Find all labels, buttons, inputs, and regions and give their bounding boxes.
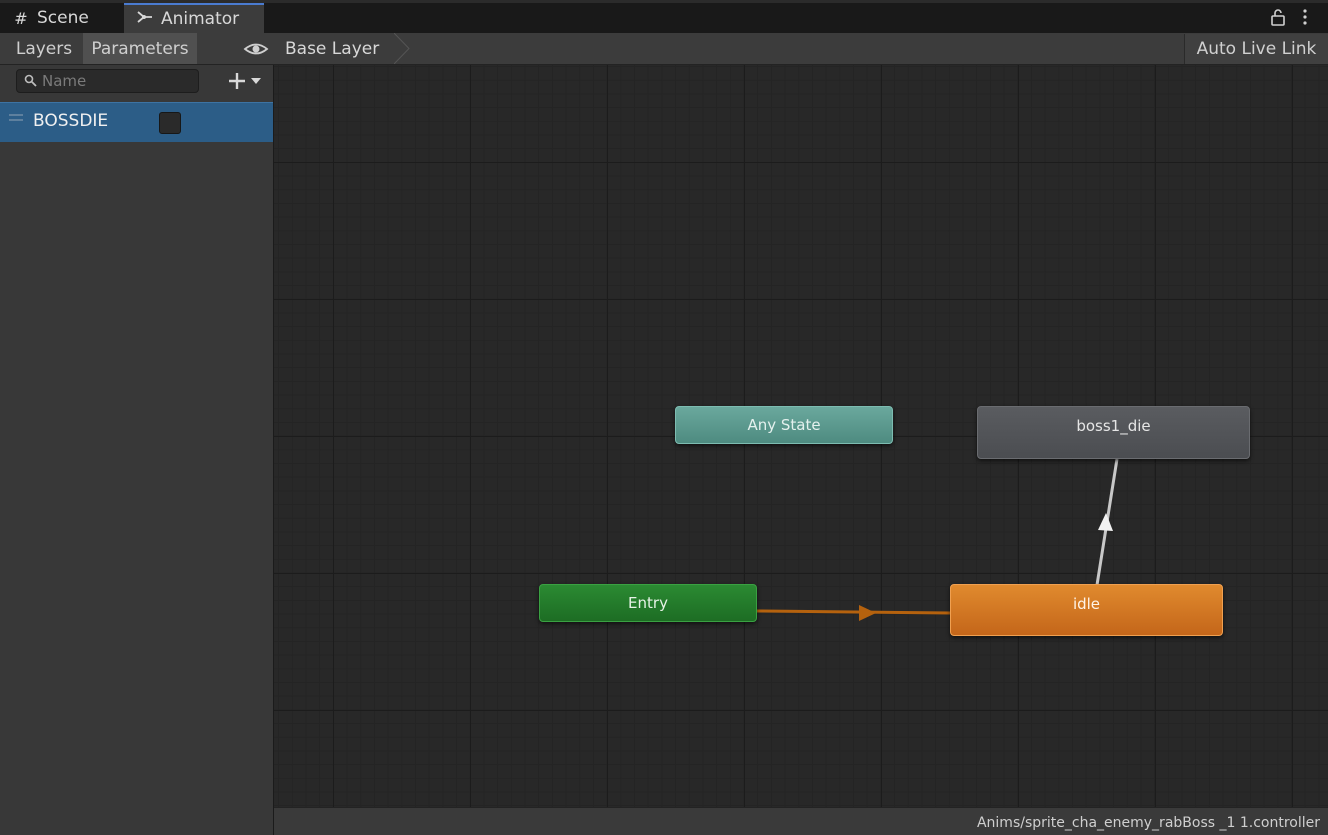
- search-icon: [24, 74, 37, 87]
- controller-path: Anims/sprite_cha_enemy_rabBoss _1 1.cont…: [976, 815, 1320, 831]
- state-idle[interactable]: idle: [950, 584, 1223, 636]
- parameter-name[interactable]: BOSSDIE: [33, 111, 108, 131]
- animator-icon: [136, 9, 154, 29]
- tab-animator-label: Animator: [161, 9, 240, 29]
- grid-hash-icon: #: [14, 8, 28, 28]
- eye-icon[interactable]: [243, 40, 269, 58]
- tab-scene[interactable]: # Scene: [0, 3, 122, 33]
- plus-icon: [229, 73, 245, 89]
- transition-arrow-icon: [1098, 513, 1113, 531]
- breadcrumb: [274, 33, 1328, 65]
- transition-arrow-icon: [859, 605, 876, 621]
- parameters-panel: [0, 33, 274, 835]
- tab-scene-label: Scene: [37, 8, 89, 28]
- tab-parameters[interactable]: Parameters: [83, 33, 197, 64]
- auto-live-link-button[interactable]: Auto Live Link: [1184, 34, 1328, 64]
- drag-handle-icon[interactable]: [9, 114, 23, 122]
- chevron-down-icon: [251, 78, 261, 84]
- tab-layers[interactable]: Layers: [6, 33, 82, 64]
- transition-entry-to-idle[interactable]: [756, 609, 952, 615]
- breadcrumb-separator-icon: [394, 33, 410, 64]
- state-any-state[interactable]: Any State: [675, 406, 893, 444]
- tab-animator[interactable]: Animator: [124, 3, 264, 33]
- breadcrumb-item-base-layer[interactable]: Base Layer: [274, 33, 410, 64]
- state-entry[interactable]: Entry: [539, 584, 757, 622]
- search-input[interactable]: [42, 70, 192, 92]
- lock-icon[interactable]: [1270, 8, 1286, 26]
- more-menu-icon[interactable]: [1298, 8, 1312, 26]
- parameter-bool-checkbox[interactable]: [159, 112, 181, 134]
- state-boss1-die[interactable]: boss1_die: [977, 406, 1250, 459]
- add-parameter-button[interactable]: [227, 70, 271, 92]
